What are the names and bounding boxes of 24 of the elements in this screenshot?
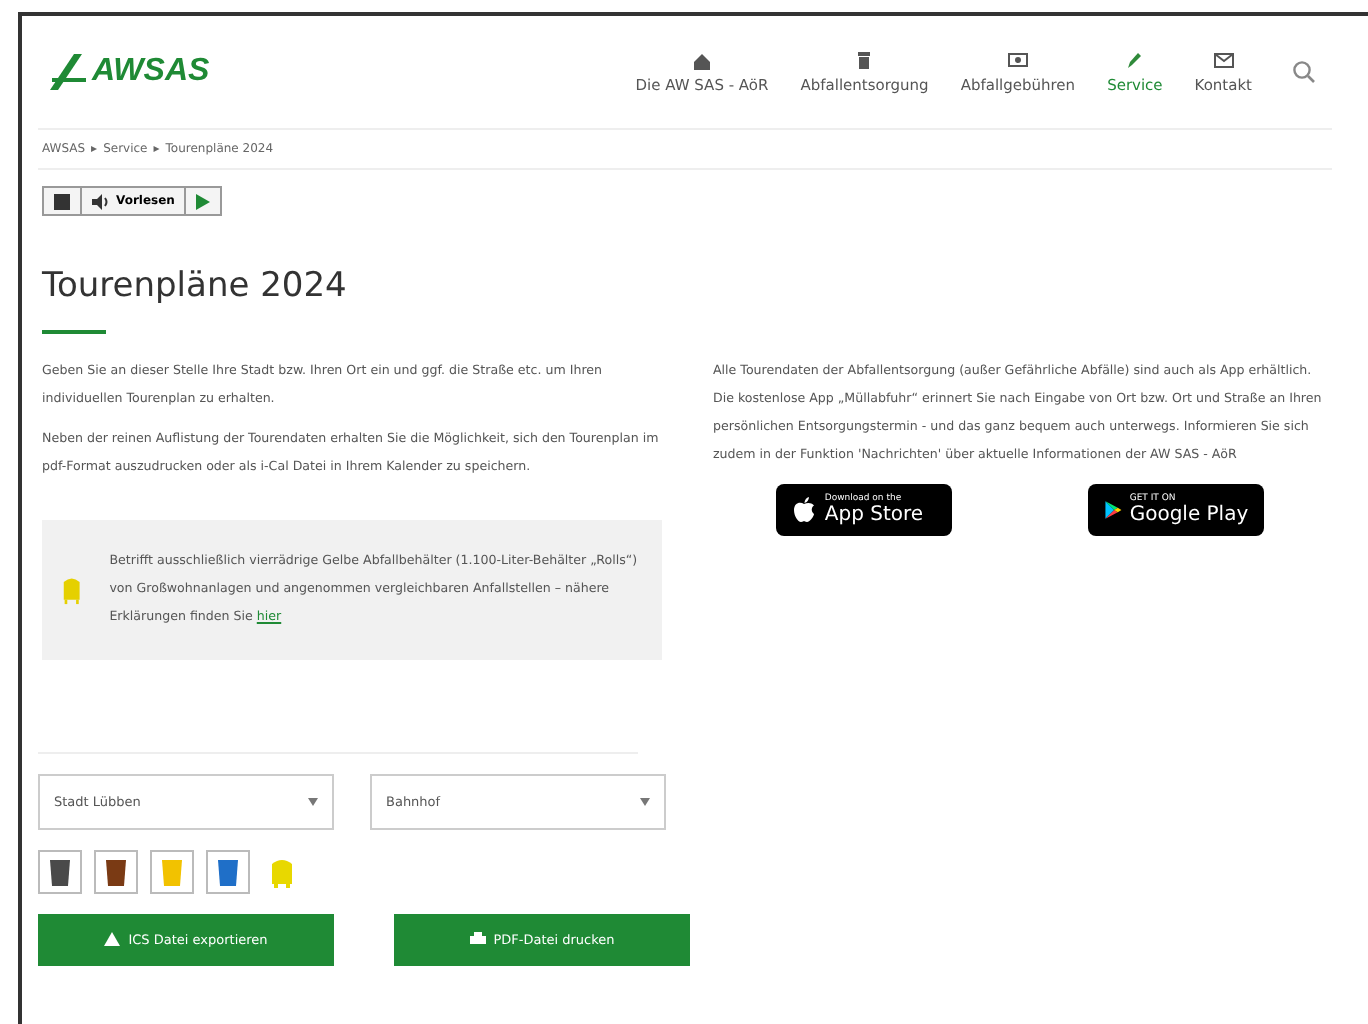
stop-icon bbox=[54, 193, 70, 209]
trash-icon bbox=[854, 50, 875, 70]
mail-icon bbox=[1213, 50, 1234, 70]
warning-icon bbox=[104, 932, 121, 947]
play-store-icon bbox=[1104, 496, 1122, 525]
apple-icon bbox=[792, 496, 817, 525]
printer-icon bbox=[469, 932, 486, 947]
speaker-icon bbox=[92, 193, 110, 209]
bin-filter[interactable] bbox=[206, 849, 250, 894]
stop-button[interactable] bbox=[44, 188, 82, 214]
banknote-icon bbox=[1007, 50, 1028, 70]
play-icon bbox=[196, 193, 211, 209]
search-icon[interactable] bbox=[1292, 60, 1316, 84]
home-icon bbox=[692, 50, 712, 70]
logo-mark-icon bbox=[46, 52, 90, 92]
pencil-icon bbox=[1124, 50, 1145, 70]
bin-filter[interactable] bbox=[94, 849, 138, 894]
title-underline bbox=[42, 330, 106, 334]
play-button[interactable] bbox=[186, 188, 221, 214]
page-title: Tourenpläne 2024 bbox=[42, 266, 349, 306]
caret-icon bbox=[308, 797, 318, 806]
caret-icon bbox=[640, 797, 650, 806]
bin-filter[interactable] bbox=[38, 849, 82, 894]
logo[interactable]: AWSAS bbox=[46, 52, 210, 92]
